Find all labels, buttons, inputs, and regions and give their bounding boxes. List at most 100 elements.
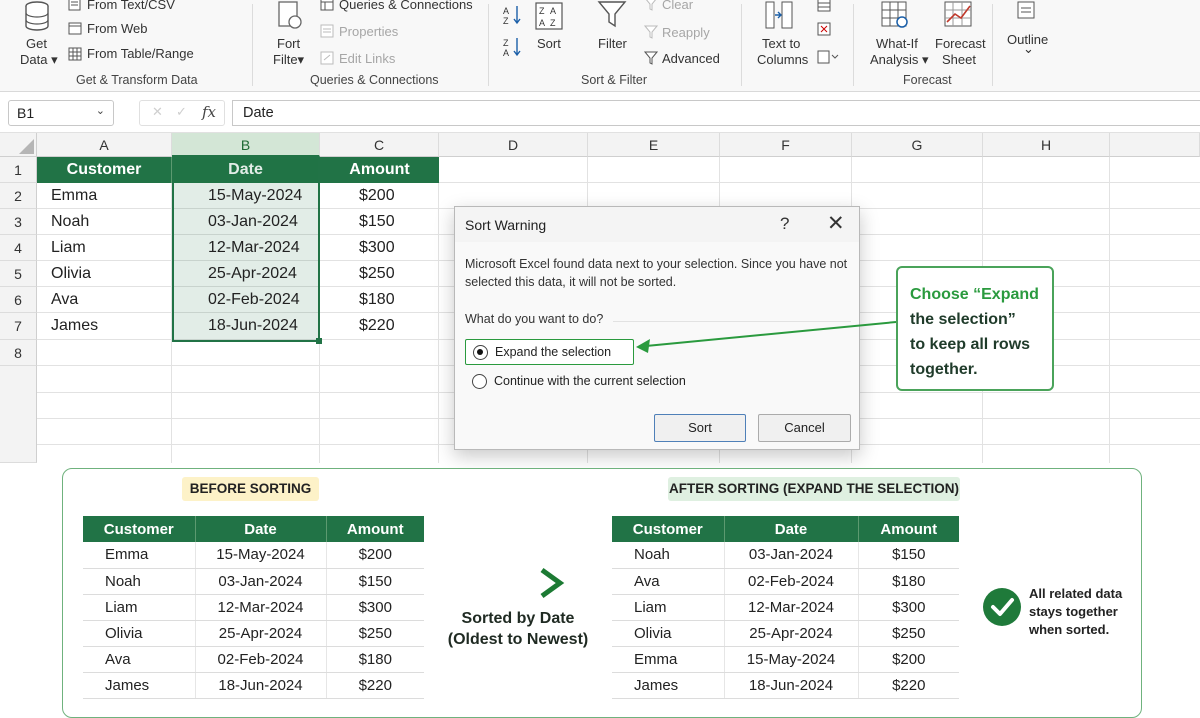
- continue-selection-option[interactable]: Continue with the current selection: [465, 369, 725, 395]
- cancel-button[interactable]: Cancel: [758, 414, 851, 442]
- name-box[interactable]: B1 ⌄: [8, 100, 114, 126]
- radio-selected-icon[interactable]: [473, 345, 488, 360]
- header-customer-cell[interactable]: Customer: [37, 157, 172, 183]
- amount-cell[interactable]: $200: [359, 187, 395, 205]
- row-header-4[interactable]: 4: [0, 235, 37, 261]
- after-customer-cell: James: [612, 672, 725, 699]
- row-header-3[interactable]: 3: [0, 209, 37, 235]
- customer-cell[interactable]: Ava: [51, 291, 78, 309]
- outline-icon[interactable]: [1015, 0, 1037, 22]
- date-cell[interactable]: 25-Apr-2024: [208, 265, 297, 283]
- sort-za-icon[interactable]: ZA: [502, 36, 522, 58]
- filter-icon[interactable]: [597, 0, 627, 30]
- properties-button[interactable]: Properties: [339, 24, 398, 39]
- help-icon[interactable]: ?: [780, 214, 789, 234]
- advanced-button[interactable]: Advanced: [662, 51, 720, 66]
- column-header-b[interactable]: B: [172, 133, 320, 157]
- forecast-sheet-icon[interactable]: [943, 0, 975, 32]
- customer-cell[interactable]: Liam: [51, 239, 86, 257]
- customer-cell[interactable]: James: [51, 317, 98, 335]
- column-header-e[interactable]: E: [588, 133, 720, 157]
- database-icon[interactable]: [24, 0, 52, 34]
- row-header-8[interactable]: 8: [0, 340, 37, 366]
- forecast-sheet-label[interactable]: Forecast: [935, 36, 986, 51]
- column-header-c[interactable]: C: [320, 133, 439, 157]
- amount-cell[interactable]: $180: [359, 291, 395, 309]
- row-header-6[interactable]: 6: [0, 287, 37, 313]
- close-icon[interactable]: ✕: [827, 211, 845, 236]
- radio-unselected-icon[interactable]: [472, 374, 487, 389]
- what-if-analysis-icon[interactable]: [880, 0, 912, 32]
- amount-cell[interactable]: $150: [359, 213, 395, 231]
- refresh-label[interactable]: Fort: [277, 36, 300, 51]
- filter-button[interactable]: Filter: [598, 36, 627, 51]
- remove-duplicates-icon[interactable]: [817, 22, 831, 36]
- column-header-f[interactable]: F: [720, 133, 852, 157]
- refresh-icon[interactable]: [276, 0, 304, 32]
- edit-links-button[interactable]: Edit Links: [339, 51, 395, 66]
- text-to-columns-icon[interactable]: [764, 0, 796, 32]
- chevron-down-icon[interactable]: ⌄: [96, 104, 105, 117]
- what-if-dropdown[interactable]: Analysis ▾: [870, 52, 929, 68]
- date-cell[interactable]: 15-May-2024: [208, 187, 302, 205]
- column-header-next[interactable]: [1110, 133, 1200, 157]
- row-header-7[interactable]: 7: [0, 313, 37, 340]
- insert-function-icon[interactable]: fx: [202, 103, 216, 121]
- get-data-label[interactable]: Get: [26, 36, 47, 51]
- outline-chevron-icon[interactable]: ⌄: [1023, 41, 1034, 57]
- note-line-3: when sorted.: [1029, 622, 1110, 637]
- data-validation-icon[interactable]: [817, 50, 839, 64]
- column-header-g[interactable]: G: [852, 133, 983, 157]
- date-cell[interactable]: 18-Jun-2024: [208, 317, 298, 335]
- before-date-cell: 12-Mar-2024: [195, 594, 327, 621]
- header-amount-cell[interactable]: Amount: [320, 157, 439, 183]
- formula-input[interactable]: Date: [232, 100, 1200, 126]
- date-cell[interactable]: 03-Jan-2024: [208, 213, 298, 231]
- from-table-range-button[interactable]: From Table/Range: [87, 46, 194, 61]
- amount-cell[interactable]: $250: [359, 265, 395, 283]
- what-if-label[interactable]: What-If: [876, 36, 918, 51]
- date-cell[interactable]: 12-Mar-2024: [208, 239, 300, 257]
- from-text-csv-button[interactable]: From Text/CSV: [87, 0, 175, 12]
- select-all-corner[interactable]: [0, 133, 37, 157]
- cancel-icon[interactable]: ✕: [152, 104, 163, 120]
- column-header-d[interactable]: D: [439, 133, 588, 157]
- row-header-1[interactable]: 1: [0, 157, 37, 183]
- enter-icon[interactable]: ✓: [176, 104, 187, 120]
- after-table: Customer Date Amount Noah 03-Jan-2024 $150…: [612, 516, 959, 699]
- after-sorting-badge: AFTER SORTING (EXPAND THE SELECTION): [668, 477, 960, 501]
- clear-button[interactable]: Clear: [662, 0, 693, 12]
- get-data-dropdown[interactable]: Data ▾: [20, 52, 58, 68]
- amount-cell[interactable]: $220: [359, 317, 395, 335]
- queries-connections-button[interactable]: Queries & Connections: [339, 0, 473, 12]
- web-icon: [68, 22, 82, 35]
- sort-button[interactable]: Sort: [654, 414, 746, 442]
- from-web-button[interactable]: From Web: [87, 21, 147, 36]
- reapply-button[interactable]: Reapply: [662, 25, 710, 40]
- customer-cell[interactable]: Emma: [51, 187, 97, 205]
- svg-text:Z: Z: [503, 16, 509, 26]
- flash-fill-icon[interactable]: [817, 0, 831, 12]
- expand-selection-option[interactable]: Expand the selection: [465, 339, 634, 365]
- expand-selection-label: Expand the selection: [495, 345, 612, 359]
- text-to-columns-label[interactable]: Text to: [762, 36, 800, 51]
- customer-cell[interactable]: Noah: [51, 213, 89, 231]
- date-cell[interactable]: 02-Feb-2024: [208, 291, 300, 309]
- before-row: Noah 03-Jan-2024 $150: [83, 568, 424, 595]
- column-header-h[interactable]: H: [983, 133, 1110, 157]
- after-date-cell: 15-May-2024: [724, 646, 859, 673]
- amount-cell[interactable]: $300: [359, 239, 395, 257]
- row-header-2[interactable]: 2: [0, 183, 37, 209]
- text-to-columns-label-2[interactable]: Columns: [757, 52, 808, 67]
- forecast-sheet-label-2[interactable]: Sheet: [942, 52, 976, 67]
- before-date-cell: 18-Jun-2024: [195, 672, 327, 699]
- customer-cell[interactable]: Olivia: [51, 265, 91, 283]
- fill-handle[interactable]: [316, 338, 322, 344]
- sort-az-icon[interactable]: AZ: [502, 4, 522, 26]
- column-header-a[interactable]: A: [37, 133, 172, 157]
- row-header-5[interactable]: 5: [0, 261, 37, 287]
- after-date-cell: 03-Jan-2024: [724, 542, 859, 569]
- sort-button[interactable]: Sort: [537, 36, 561, 51]
- refresh-dropdown[interactable]: Filte▾: [273, 52, 304, 68]
- sort-icon[interactable]: Z AA Z: [534, 2, 564, 32]
